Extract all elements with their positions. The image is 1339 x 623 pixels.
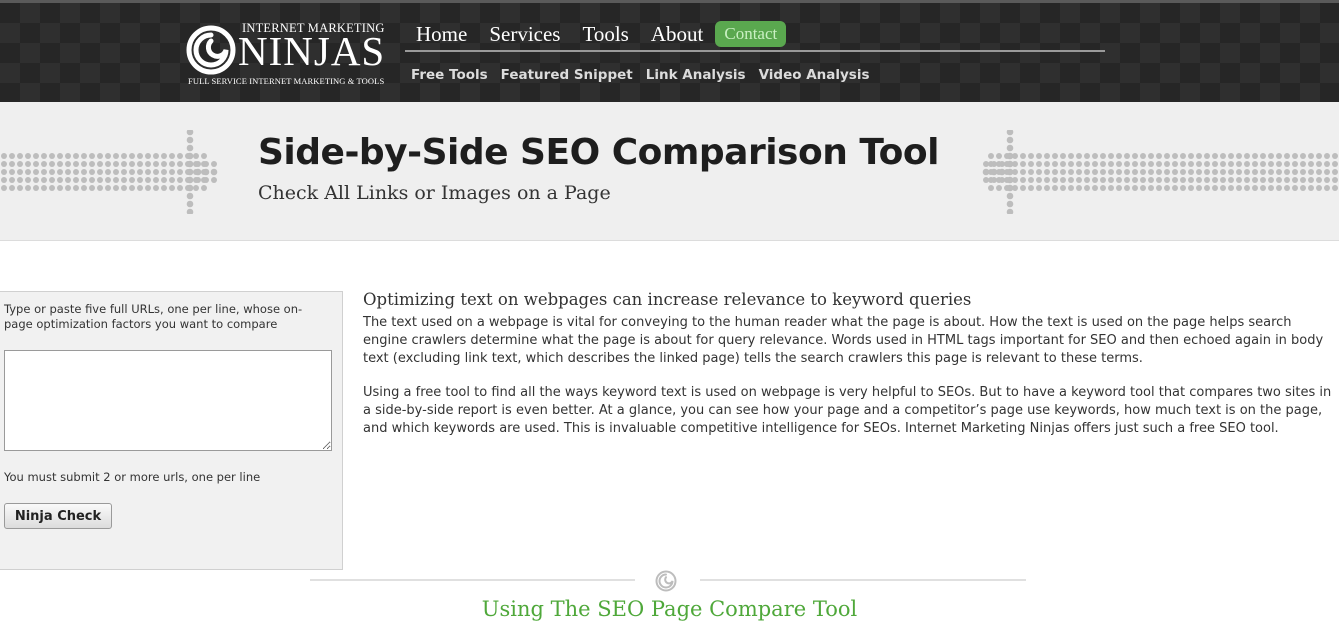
subnav-free-tools[interactable]: Free Tools <box>411 67 488 83</box>
subnav-video-analysis[interactable]: Video Analysis <box>759 67 870 83</box>
subnav-link-analysis[interactable]: Link Analysis <box>646 67 746 83</box>
main-nav: Home Services Tools About Contact <box>408 17 787 51</box>
nav-divider <box>405 50 1105 52</box>
subnav-featured-snippet[interactable]: Featured Snippet <box>501 67 633 83</box>
nav-services[interactable]: Services <box>489 18 560 50</box>
swirl-icon <box>655 570 677 592</box>
swirl-logo-icon <box>186 25 236 75</box>
page-banner: Side-by-Side SEO Comparison Tool Check A… <box>0 102 1339 241</box>
dot-arrow-decoration-left <box>1 130 218 214</box>
sub-nav: Free Tools Featured Snippet Link Analysi… <box>411 67 883 83</box>
url-hint: You must submit 2 or more urls, one per … <box>4 470 261 484</box>
nav-about[interactable]: About <box>651 18 704 50</box>
page-subtitle: Check All Links or Images on a Page <box>258 182 611 204</box>
logo-tagline: FULL SERVICE INTERNET MARKETING & TOOLS <box>188 76 385 86</box>
nav-home[interactable]: Home <box>416 18 467 50</box>
content-heading: Optimizing text on webpages can increase… <box>363 290 972 309</box>
nav-contact-button[interactable]: Contact <box>715 21 787 47</box>
content-paragraph-2: Using a free tool to find all the ways k… <box>363 385 1332 436</box>
site-header: INTERNET MARKETING NINJAS FULL SERVICE I… <box>0 0 1339 102</box>
nav-tools[interactable]: Tools <box>582 18 628 50</box>
page-title: Side-by-Side SEO Comparison Tool <box>258 132 939 173</box>
content-paragraph-1: The text used on a webpage is vital for … <box>363 315 1324 366</box>
url-input-label: Type or paste five full URLs, one per li… <box>4 302 303 331</box>
section-title: Using The SEO Page Compare Tool <box>481 597 858 621</box>
url-form-panel: Type or paste five full URLs, one per li… <box>0 291 343 570</box>
site-logo[interactable]: INTERNET MARKETING NINJAS FULL SERVICE I… <box>186 19 384 89</box>
section-divider-left <box>310 579 635 581</box>
logo-main-text: NINJAS <box>238 28 386 74</box>
main-content: Optimizing text on webpages can increase… <box>363 290 1339 454</box>
ninja-check-button[interactable]: Ninja Check <box>4 503 112 529</box>
url-textarea[interactable] <box>4 350 332 451</box>
dot-arrow-decoration-right <box>982 130 1338 214</box>
section-divider-right <box>700 579 1026 581</box>
